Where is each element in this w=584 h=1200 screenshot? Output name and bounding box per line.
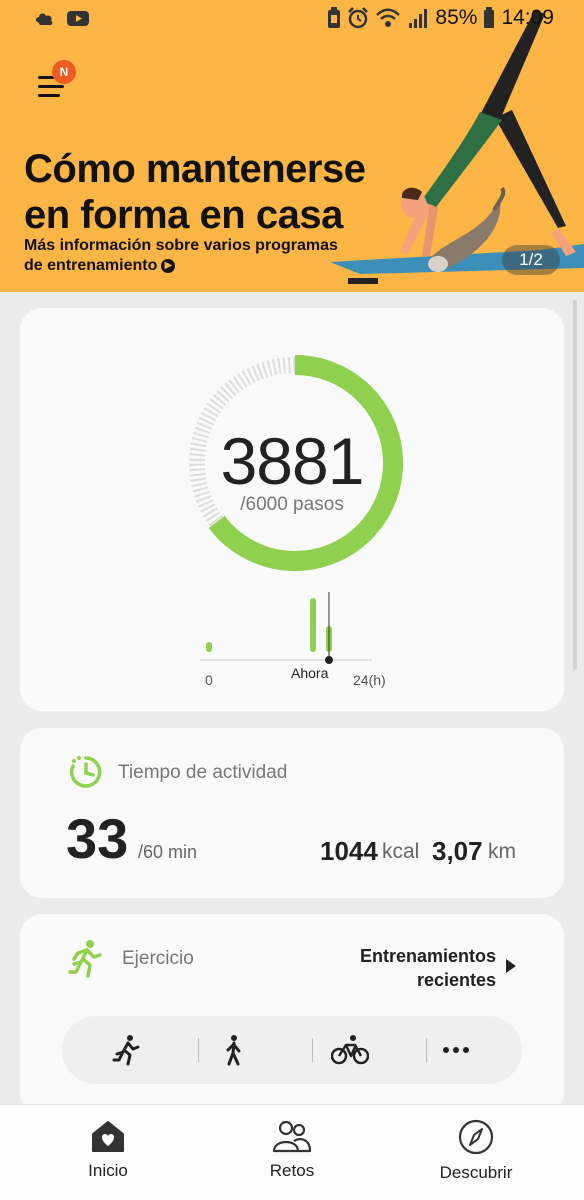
nav-inicio[interactable]: Inicio (28, 1119, 188, 1181)
play-arrow-icon (506, 959, 516, 973)
activity-distance: 3,07 (432, 836, 483, 866)
people-icon (272, 1120, 312, 1153)
scrollbar[interactable] (573, 300, 577, 670)
walk-workout-button[interactable] (214, 1030, 254, 1070)
chart-bar (206, 642, 212, 652)
axis-label-now: Ahora (291, 665, 329, 681)
more-workouts-button[interactable] (436, 1030, 476, 1070)
signal-icon (409, 9, 428, 28)
activity-kcal-unit: kcal (382, 840, 420, 863)
status-bar: 85% 14:09 (0, 0, 584, 40)
bike-workout-button[interactable] (330, 1030, 370, 1070)
activity-minutes-goal: /60 min (138, 842, 198, 862)
arrow-right-icon: ▶ (161, 258, 176, 273)
run-icon (112, 1035, 140, 1066)
battery-icon (484, 7, 495, 28)
notification-badge: N (52, 60, 76, 84)
steps-card[interactable]: 3881 /6000 pasos 0 Ahora 24(h) (20, 308, 564, 711)
run-workout-button[interactable] (106, 1030, 146, 1070)
weather-icon (35, 13, 53, 26)
axis-label-end: 24(h) (353, 672, 386, 688)
steps-count: 3881 (220, 424, 365, 498)
youtube-icon (67, 11, 89, 26)
home-heart-icon (92, 1121, 124, 1152)
wifi-icon (376, 8, 401, 27)
exercise-card[interactable]: Ejercicio Entrenamientos recientes (20, 914, 564, 1114)
promo-banner[interactable]: 85% 14:09 N Cómo mantenerse en forma en … (0, 0, 584, 292)
stopwatch-icon (69, 756, 102, 788)
axis-label-start: 0 (205, 672, 213, 688)
banner-pager: 1/2 (502, 245, 560, 275)
activity-card[interactable]: Tiempo de actividad 33 /60 min 1044 kcal… (20, 728, 564, 898)
nav-descubrir[interactable]: Descubrir (396, 1119, 556, 1183)
chart-bar (310, 598, 316, 652)
steps-goal: /6000 pasos (240, 494, 344, 515)
activity-minutes: 33 (66, 807, 129, 870)
activity-distance-unit: km (488, 840, 516, 863)
walk-icon (226, 1035, 241, 1066)
bottom-navigation: Inicio Retos Descubrir (0, 1104, 584, 1200)
bike-icon (331, 1035, 369, 1065)
clock: 14:09 (501, 6, 554, 29)
banner-title: Cómo mantenerse en forma en casa (24, 147, 366, 237)
exercise-label: Ejercicio (122, 948, 194, 969)
activity-kcal: 1044 (320, 836, 378, 866)
nav-retos[interactable]: Retos (212, 1119, 372, 1181)
recent-workouts-link[interactable]: Entrenamientos recientes (360, 944, 496, 992)
alarm-icon (348, 7, 369, 29)
quick-workout-bar (62, 1016, 522, 1084)
running-icon (68, 940, 102, 978)
battery-percent: 85% (435, 6, 478, 29)
battery-saver-icon (328, 7, 341, 28)
compass-icon (458, 1119, 494, 1155)
banner-link[interactable]: Más información sobre varios programas d… (24, 236, 338, 276)
more-icon (443, 1047, 469, 1053)
activity-label: Tiempo de actividad (118, 762, 288, 783)
